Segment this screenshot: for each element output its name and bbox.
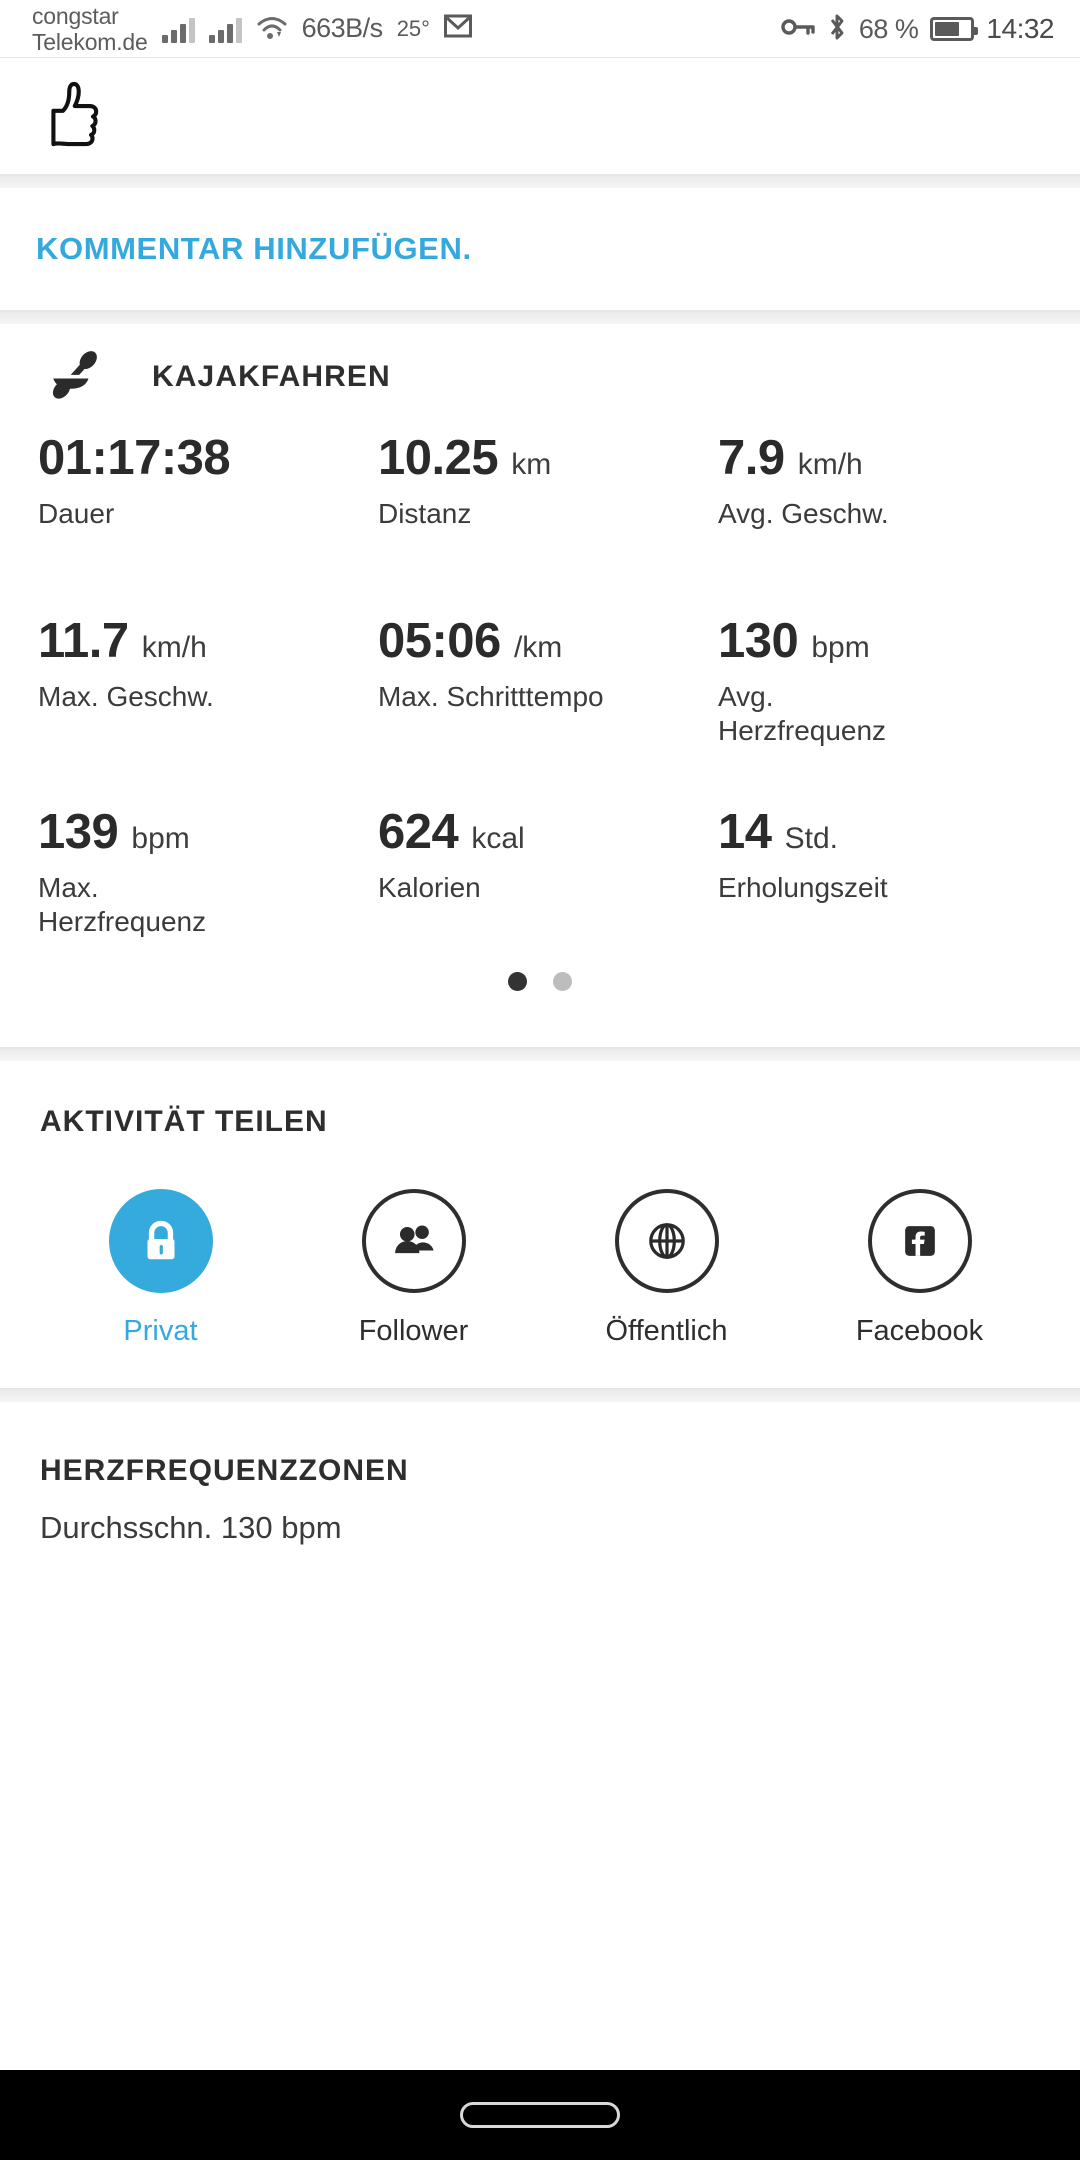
stat-duration: 01:17:38 Dauer (30, 430, 370, 531)
stat-unit: /km (513, 631, 563, 664)
home-gesture-pill[interactable] (460, 2102, 620, 2128)
stat-label: Kalorien (377, 872, 481, 903)
stat-value: 01:17:38 (38, 431, 231, 485)
stat-label: Erholungszeit (717, 872, 888, 903)
stat-unit: km/h (797, 448, 863, 481)
stat-value: 7.9 (717, 431, 785, 485)
section-divider (0, 310, 1080, 324)
stat-max-pace: 05:06 /km Max. Schritttempo (370, 613, 710, 748)
status-bar-left: congstar Telekom.de 663B/s 25° (0, 3, 472, 55)
bluetooth-icon (827, 12, 847, 47)
page-dot-2[interactable] (553, 971, 572, 991)
stat-unit: km/h (141, 631, 207, 664)
stat-avg-hr: 130 bpm Avg. Herzfrequenz (710, 613, 1050, 748)
stat-label: Avg. Geschw. (717, 498, 889, 529)
section-divider (0, 174, 1080, 188)
activity-summary-card: KAJAKFAHREN 01:17:38 Dauer 10.25 km Dist… (0, 324, 1080, 1047)
stat-unit: kcal (471, 822, 525, 855)
activity-header: KAJAKFAHREN (0, 324, 1080, 430)
stat-distance: 10.25 km Distanz (370, 430, 710, 531)
share-option-label[interactable]: Follower (359, 1315, 469, 1348)
section-divider (0, 1047, 1080, 1061)
add-comment-row[interactable]: KOMMENTAR HINZUFÜGEN. (0, 188, 1080, 310)
stat-unit: Std. (784, 822, 838, 855)
thumbs-up-icon[interactable] (36, 76, 112, 157)
stat-max-speed: 11.7 km/h Max. Geschw. (30, 613, 370, 748)
heart-rate-zones-card: HERZFREQUENZZONEN Durchsschn. 130 bpm (0, 1402, 1080, 2070)
stat-value: 139 (38, 805, 119, 859)
share-option-followers[interactable]: Follower (287, 1189, 540, 1348)
stat-value: 10.25 (377, 431, 499, 485)
battery-icon (930, 17, 979, 41)
stat-calories: 624 kcal Kalorien (370, 804, 710, 939)
stat-label: Max. Herzfrequenz (38, 872, 207, 937)
stat-value: 11.7 (38, 614, 129, 668)
stat-value: 130 (717, 614, 799, 668)
activity-title: KAJAKFAHREN (152, 360, 391, 393)
status-bar: congstar Telekom.de 663B/s 25° 68 % 14:3… (0, 0, 1080, 58)
share-option-label[interactable]: Öffentlich (606, 1315, 728, 1348)
network-speed-label: 663B/s (301, 13, 384, 43)
share-option-private[interactable]: Privat (34, 1189, 287, 1348)
clock-label: 14:32 (986, 13, 1054, 44)
temperature-label: 25° (396, 15, 430, 41)
lock-icon[interactable] (108, 1189, 213, 1293)
share-option-label[interactable]: Facebook (856, 1315, 983, 1348)
stats-grid: 01:17:38 Dauer 10.25 km Distanz 7.9 km/h… (0, 430, 1080, 939)
system-navigation-bar (0, 2070, 1080, 2160)
share-options: Privat Follower Öffentlich Facebook (0, 1189, 1080, 1348)
stat-unit: bpm (811, 631, 870, 664)
share-section-title: AKTIVITÄT TEILEN (40, 1105, 328, 1138)
mail-icon (443, 14, 472, 43)
share-option-label[interactable]: Privat (123, 1315, 197, 1348)
kayaking-icon (42, 342, 108, 413)
stat-max-hr: 139 bpm Max. Herzfrequenz (30, 804, 370, 939)
stats-row: 01:17:38 Dauer 10.25 km Distanz 7.9 km/h… (0, 430, 1080, 531)
stat-unit: bpm (131, 822, 190, 855)
share-option-public[interactable]: Öffentlich (540, 1189, 793, 1348)
facebook-icon[interactable] (867, 1189, 972, 1293)
page-dot-1[interactable] (508, 971, 527, 991)
stat-recovery-time: 14 Std. Erholungszeit (710, 804, 1050, 939)
stats-row: 11.7 km/h Max. Geschw. 05:06 /km Max. Sc… (0, 613, 1080, 748)
stat-label: Max. Schritttempo (377, 681, 604, 712)
share-option-facebook[interactable]: Facebook (793, 1189, 1046, 1348)
stat-value: 624 (377, 805, 459, 859)
add-comment-link[interactable]: KOMMENTAR HINZUFÜGEN. (36, 231, 472, 267)
section-divider (0, 1388, 1080, 1402)
stat-value: 05:06 (377, 614, 501, 668)
stat-label: Dauer (38, 498, 115, 529)
battery-percent-label: 68 % (858, 13, 919, 44)
status-bar-right: 68 % 14:32 (781, 0, 1054, 58)
page-indicator[interactable] (0, 939, 1080, 1023)
stat-label: Avg. Herzfrequenz (717, 681, 887, 746)
like-row (0, 58, 1080, 174)
app-screen: congstar Telekom.de 663B/s 25° 68 % 14:3… (0, 0, 1080, 2160)
people-icon[interactable] (361, 1189, 466, 1293)
stat-label: Distanz (377, 498, 472, 529)
vpn-key-icon (781, 16, 815, 43)
heart-rate-zones-title: HERZFREQUENZZONEN (40, 1454, 409, 1487)
signal-icon (208, 15, 242, 43)
share-activity-card: AKTIVITÄT TEILEN Privat Follower Öffentl… (0, 1061, 1080, 1388)
stats-row: 139 bpm Max. Herzfrequenz 624 kcal Kalor… (0, 804, 1080, 939)
stat-unit: km (511, 448, 552, 481)
stat-value: 14 (717, 805, 772, 859)
signal-icon (161, 15, 195, 43)
globe-icon[interactable] (614, 1189, 719, 1293)
wifi-icon (256, 15, 288, 43)
stat-avg-speed: 7.9 km/h Avg. Geschw. (710, 430, 1050, 531)
carrier-label: congstar Telekom.de (32, 2, 148, 55)
heart-rate-zones-subtitle: Durchsschn. 130 bpm (40, 1510, 342, 1545)
stat-label: Max. Geschw. (38, 681, 214, 712)
